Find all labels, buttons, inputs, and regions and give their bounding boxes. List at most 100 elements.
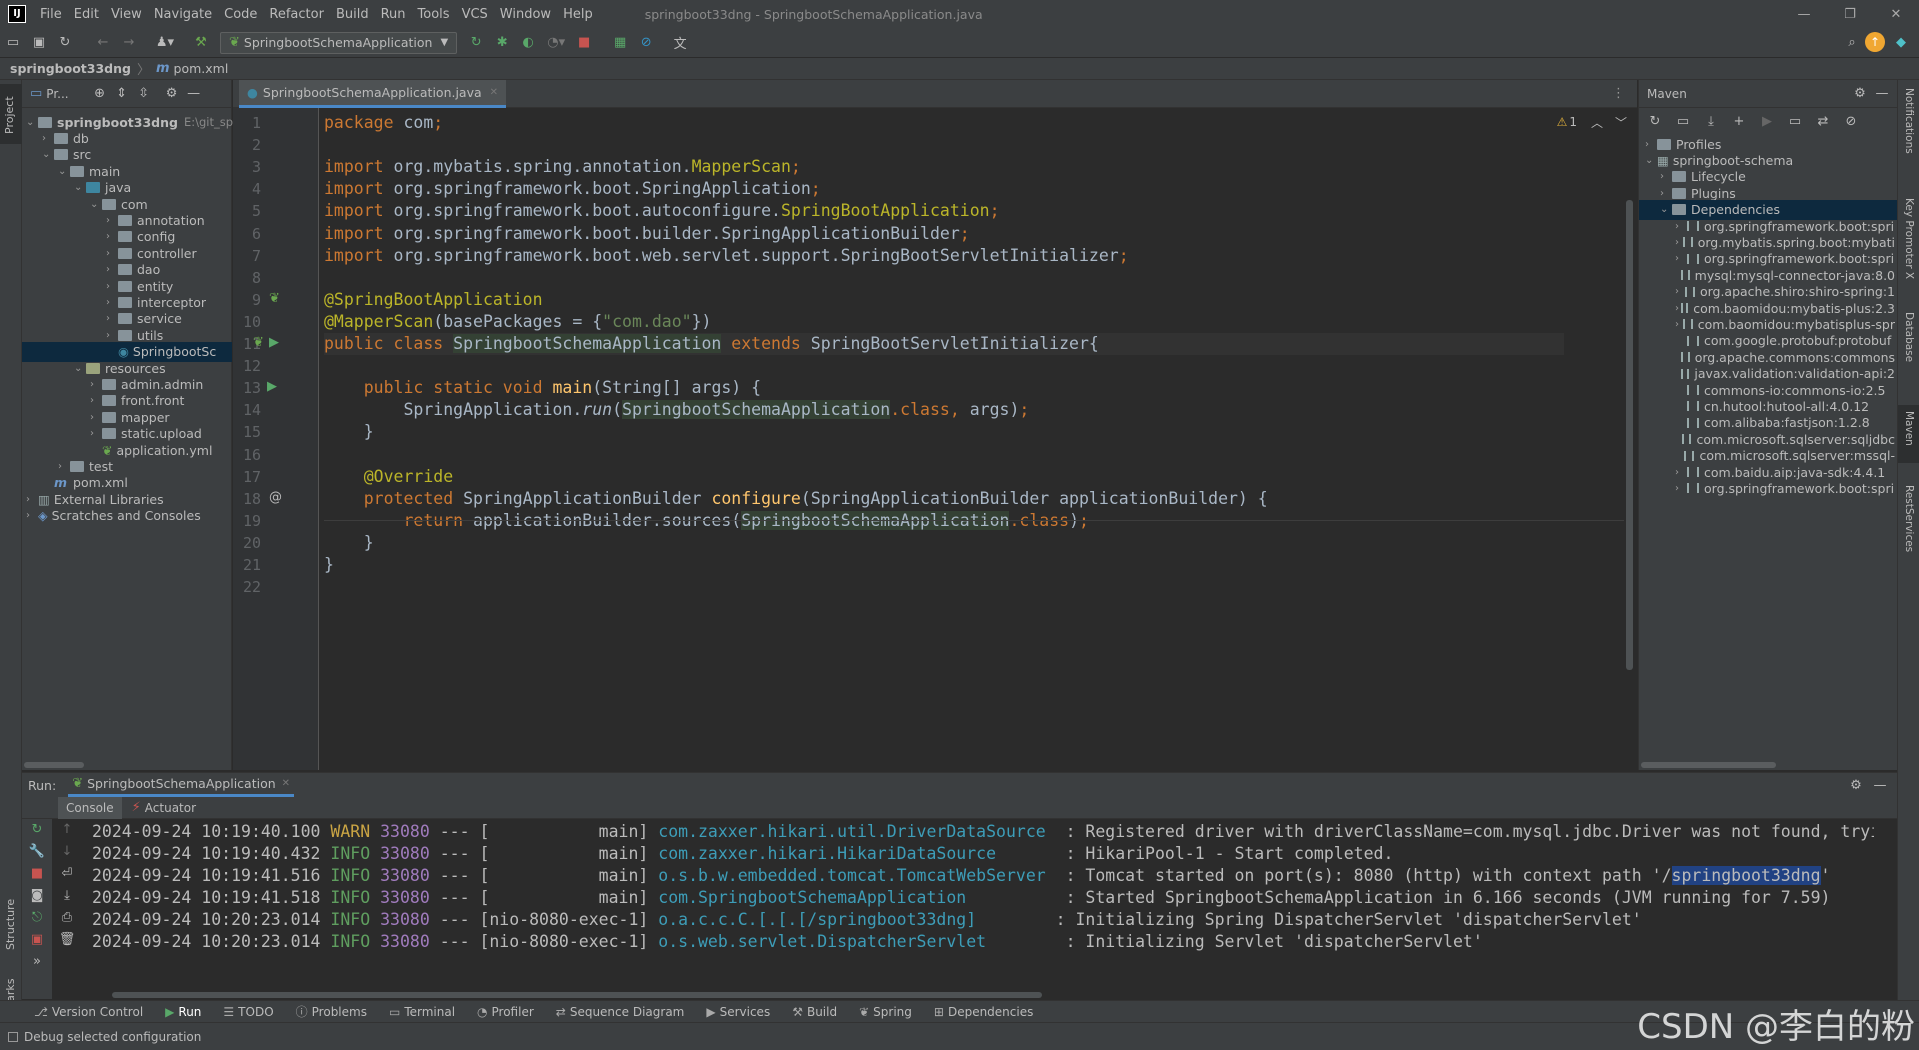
chevron-icon[interactable]: › xyxy=(1675,286,1685,297)
stop-icon[interactable]: ■ xyxy=(571,35,597,50)
tool-window-build[interactable]: ⚒ Build xyxy=(792,1005,837,1019)
plugin-icon[interactable]: ◆ xyxy=(1891,35,1911,50)
menu-item-run[interactable]: Run xyxy=(381,7,406,22)
chevron-icon[interactable]: › xyxy=(106,215,118,226)
chevron-icon[interactable]: › xyxy=(1660,188,1672,199)
project-tool-button[interactable]: Project xyxy=(0,84,22,144)
layout-icon[interactable]: ▦ xyxy=(607,35,633,50)
structure-tool-label[interactable]: Structure xyxy=(4,899,17,950)
breadcrumb-project[interactable]: springboot33dng xyxy=(10,61,131,76)
chevron-icon[interactable]: › xyxy=(106,248,118,259)
chevron-icon[interactable]: › xyxy=(1675,253,1687,264)
rerun-icon[interactable]: ↻ xyxy=(463,35,489,50)
chevron-icon[interactable]: ⌄ xyxy=(74,182,86,193)
menu-item-file[interactable]: File xyxy=(40,7,62,22)
debug-gutter-icon[interactable]: ❦ xyxy=(253,335,264,350)
tool-window-sequence-diagram[interactable]: ⇄ Sequence Diagram xyxy=(556,1005,685,1019)
run-config-select[interactable]: ❦ SpringbootSchemaApplication ▼ xyxy=(220,31,458,54)
chevron-icon[interactable]: ⌄ xyxy=(74,363,86,374)
update-icon[interactable]: ↑ xyxy=(1865,32,1885,52)
maximize-icon[interactable]: ❐ xyxy=(1827,7,1873,22)
folder-sync-icon[interactable]: ▭ xyxy=(1673,114,1693,129)
chevron-icon[interactable]: ⌄ xyxy=(90,199,102,210)
chevron-icon[interactable]: › xyxy=(42,133,54,144)
tool-window-todo[interactable]: ☰ TODO xyxy=(223,1005,273,1019)
gear-icon[interactable]: ⚙ xyxy=(1845,778,1867,793)
back-icon[interactable]: ← xyxy=(90,35,116,50)
run-gutter-icon[interactable]: ▶ xyxy=(269,335,279,350)
tool-window-services[interactable]: ▶ Services xyxy=(706,1005,770,1019)
chevron-icon[interactable]: › xyxy=(58,461,70,472)
save-icon[interactable]: ▣ xyxy=(26,35,52,50)
chevron-icon[interactable]: › xyxy=(1660,171,1672,182)
chevron-icon[interactable]: ⌄ xyxy=(1645,155,1657,166)
collapse-all-icon[interactable]: ⇳ xyxy=(133,86,155,101)
forward-icon[interactable]: → xyxy=(116,35,142,50)
menu-item-edit[interactable]: Edit xyxy=(74,7,99,22)
more-tabs-icon[interactable]: ⋮ xyxy=(1612,86,1625,101)
code-area[interactable]: package com; import org.mybatis.spring.an… xyxy=(324,108,1624,770)
menu-item-code[interactable]: Code xyxy=(224,7,257,22)
gear-icon[interactable]: ⚙ xyxy=(1849,86,1871,101)
run-icon[interactable]: ▶ xyxy=(1757,114,1777,129)
menu-item-vcs[interactable]: VCS xyxy=(462,7,488,22)
override-icon[interactable]: @ xyxy=(269,490,282,505)
reload-icon[interactable]: ↻ xyxy=(1645,114,1665,129)
coverage-icon[interactable]: ◐ xyxy=(515,35,541,50)
chevron-icon[interactable]: › xyxy=(90,412,102,423)
chevron-icon[interactable]: ⌄ xyxy=(42,149,54,160)
tool-window-profiler[interactable]: ◔ Profiler xyxy=(477,1005,534,1019)
chevron-icon[interactable]: › xyxy=(106,330,118,341)
console-output[interactable]: 2024-09-24 10:19:40.100 WARN 33080 --- [… xyxy=(44,821,1874,999)
chevron-icon[interactable]: › xyxy=(26,510,38,521)
chevron-icon[interactable]: › xyxy=(106,264,118,275)
profile-icon[interactable]: ◔▾ xyxy=(541,35,571,50)
chevron-icon[interactable]: › xyxy=(106,313,118,324)
menu-item-window[interactable]: Window xyxy=(500,7,551,22)
hide-panel-icon[interactable]: — xyxy=(183,86,205,101)
download-icon[interactable]: ⤓ xyxy=(1701,114,1721,129)
chevron-icon[interactable]: › xyxy=(1675,319,1683,330)
close-tab-icon[interactable]: ✕ xyxy=(490,87,498,98)
key-promoter-tool-label[interactable]: Key Promoter X xyxy=(1903,198,1915,279)
add-icon[interactable]: + xyxy=(1729,114,1749,129)
database-tool-label[interactable]: Database xyxy=(1903,312,1915,362)
actuator-tab[interactable]: Actuator xyxy=(145,801,196,815)
vcs-user-icon[interactable]: ♟▾ xyxy=(150,35,180,50)
execute-goal-icon[interactable]: ▭ xyxy=(1785,114,1805,129)
chevron-icon[interactable]: › xyxy=(90,379,102,390)
maven-tree-node[interactable]: › org.springframework.boot:spri xyxy=(1675,478,1895,498)
breadcrumb-file[interactable]: pom.xml xyxy=(174,61,229,76)
project-hscrollbar[interactable] xyxy=(24,762,84,768)
tool-window-run[interactable]: ▶ Run xyxy=(165,1005,201,1019)
run-gutter-icon[interactable]: ▶ xyxy=(267,379,277,394)
chevron-icon[interactable]: › xyxy=(1675,237,1683,248)
run-config-tab[interactable]: ❦ SpringbootSchemaApplication ✕ xyxy=(68,773,295,797)
menu-item-view[interactable]: View xyxy=(111,7,142,22)
console-hscrollbar[interactable] xyxy=(112,992,1042,998)
menu-item-build[interactable]: Build xyxy=(336,7,369,22)
chevron-icon[interactable]: ⌄ xyxy=(1660,204,1672,215)
menu-item-help[interactable]: Help xyxy=(563,7,593,22)
tree-node[interactable]: › ◈ Scratches and Consoles xyxy=(26,506,201,526)
close-tab-icon[interactable]: ✕ xyxy=(282,778,290,789)
tool-window-problems[interactable]: ⓘ Problems xyxy=(296,1003,367,1020)
project-panel-title[interactable]: Pr... xyxy=(46,87,68,101)
menu-item-navigate[interactable]: Navigate xyxy=(154,7,212,22)
menu-item-refactor[interactable]: Refactor xyxy=(269,7,324,22)
console-tab[interactable]: Console xyxy=(58,796,122,819)
search-icon[interactable]: ⌕ xyxy=(1839,35,1865,50)
chevron-icon[interactable]: › xyxy=(90,428,102,439)
chevron-icon[interactable]: › xyxy=(106,281,118,292)
hide-panel-icon[interactable]: — xyxy=(1869,778,1891,793)
toggle-offline-icon[interactable]: ⇄ xyxy=(1813,114,1833,129)
spring-bean-icon[interactable]: ❦ xyxy=(269,291,280,306)
chevron-icon[interactable]: › xyxy=(26,494,38,505)
restservices-tool-label[interactable]: RestServices xyxy=(1903,485,1915,552)
expand-all-icon[interactable]: ⇕ xyxy=(111,86,133,101)
maven-hscrollbar[interactable] xyxy=(1641,762,1776,768)
chevron-icon[interactable]: › xyxy=(1675,221,1687,232)
chevron-icon[interactable]: ⌄ xyxy=(26,117,38,128)
chevron-icon[interactable]: › xyxy=(1675,483,1687,494)
chevron-icon[interactable]: › xyxy=(1645,139,1657,150)
